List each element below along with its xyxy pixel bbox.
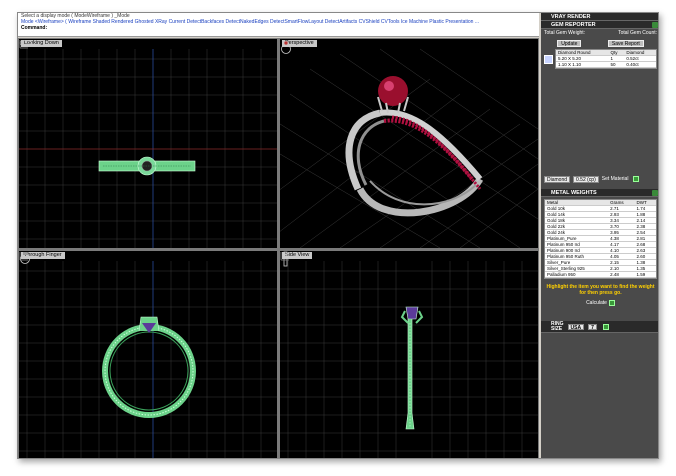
- metal-grams: 2.48: [608, 271, 635, 278]
- calculate-button[interactable]: [608, 300, 615, 306]
- viewport-grid: [19, 261, 277, 458]
- vray-render-title: VRAY RENDER: [551, 14, 591, 20]
- gem-reporter-title: GEM REPORTER: [551, 22, 596, 28]
- total-gem-count-label: Total Gem Count:: [618, 30, 657, 36]
- table-row[interactable]: 1.10 X 1.10 50 0.40ct: [556, 61, 656, 68]
- viewport-side-view[interactable]: Side View: [280, 251, 538, 458]
- material-row: Diamond 0.52 (cp) Set Material: [541, 175, 658, 183]
- metal-name: Palladium 950: [545, 271, 609, 278]
- ring-size-select[interactable]: 7: [588, 323, 597, 331]
- view-cube-icon[interactable]: [280, 39, 292, 55]
- axis-icon: [280, 252, 289, 261]
- ring-top-view[interactable]: [98, 156, 196, 176]
- ring-size-title: RING SIZE: [551, 321, 564, 332]
- total-gem-weight-label: Total Gem Weight:: [544, 30, 586, 36]
- ring-front-view[interactable]: [102, 316, 196, 418]
- command-bar: Select a display mode ( ModeWireframe ) …: [18, 13, 539, 37]
- material-select[interactable]: Diamond: [544, 175, 571, 183]
- viewport-grid: [280, 48, 538, 248]
- metal-weights-title: METAL WEIGHTS: [551, 190, 597, 196]
- size-header-text: SIZE: [551, 325, 563, 332]
- metal-instructions: Highlight the item you want to find the …: [546, 284, 655, 296]
- gem-list: Diamond Round Qty Diamond 5.20 X 5.20 1 0.52…: [544, 49, 657, 69]
- gem-actions-row: Update Save Report: [541, 39, 658, 47]
- gem-size: 1.10 X 1.10: [556, 61, 609, 68]
- viewport-perspective[interactable]: Perspective: [280, 39, 538, 248]
- gem-carat: 0.40ct: [624, 61, 656, 68]
- panel-spacer: [541, 69, 658, 175]
- command-prompt[interactable]: Command:: [18, 25, 539, 31]
- collapse-icon[interactable]: [652, 190, 658, 196]
- ring-size-apply-button[interactable]: [602, 323, 609, 330]
- metal-weights-table[interactable]: Metal Grams DWT Gold 10k 2.71 1.74 Gold 14k 2…: [544, 199, 657, 279]
- metal-weights-header[interactable]: METAL WEIGHTS: [541, 189, 658, 197]
- axis-icon: [19, 40, 28, 49]
- gem-thumbnail-icon: [544, 55, 553, 64]
- viewport-grid: [19, 49, 277, 248]
- table-row[interactable]: Palladium 950 2.48 1.59: [545, 271, 656, 278]
- application-window: Select a display mode ( ModeWireframe ) …: [17, 12, 659, 459]
- ring-size-header: RING SIZE USA 7: [541, 321, 658, 333]
- calculate-row: Calculate: [541, 299, 658, 307]
- gem-table[interactable]: Diamond Round Qty Diamond 5.20 X 5.20 1 0.52…: [555, 49, 657, 69]
- gem-reporter-header[interactable]: GEM REPORTER: [541, 21, 658, 29]
- collapse-icon[interactable]: [652, 22, 658, 28]
- material-weight-select[interactable]: 0.52 (cp): [573, 175, 599, 183]
- viewport-grid: [280, 261, 538, 458]
- calculate-label: Calculate: [586, 300, 607, 306]
- set-material-label: Set Material: [601, 176, 629, 182]
- command-options-line[interactable]: Mode <Wireframe> ( Wireframe Shaded Rend…: [18, 19, 539, 25]
- gem-totals-row: Total Gem Weight: Total Gem Count:: [541, 29, 658, 37]
- axis-icon: [19, 252, 28, 261]
- viewport-area: Looking Down Perspective Through Finger …: [18, 38, 539, 458]
- gem-qty: 50: [608, 61, 625, 68]
- region-select[interactable]: USA: [567, 323, 585, 331]
- metal-dwt: 1.59: [634, 271, 656, 278]
- viewport-through-finger[interactable]: Through Finger: [19, 251, 277, 458]
- vray-render-header[interactable]: VRAY RENDER: [541, 13, 658, 21]
- save-report-button[interactable]: Save Report: [607, 39, 644, 47]
- viewport-looking-down[interactable]: Looking Down: [19, 39, 277, 248]
- ring-side-view[interactable]: [400, 306, 424, 430]
- update-button[interactable]: Update: [557, 39, 582, 47]
- jewelry-plugin-panel: VRAY RENDER GEM REPORTER Total Gem Weigh…: [541, 13, 658, 458]
- set-material-button[interactable]: [633, 176, 640, 182]
